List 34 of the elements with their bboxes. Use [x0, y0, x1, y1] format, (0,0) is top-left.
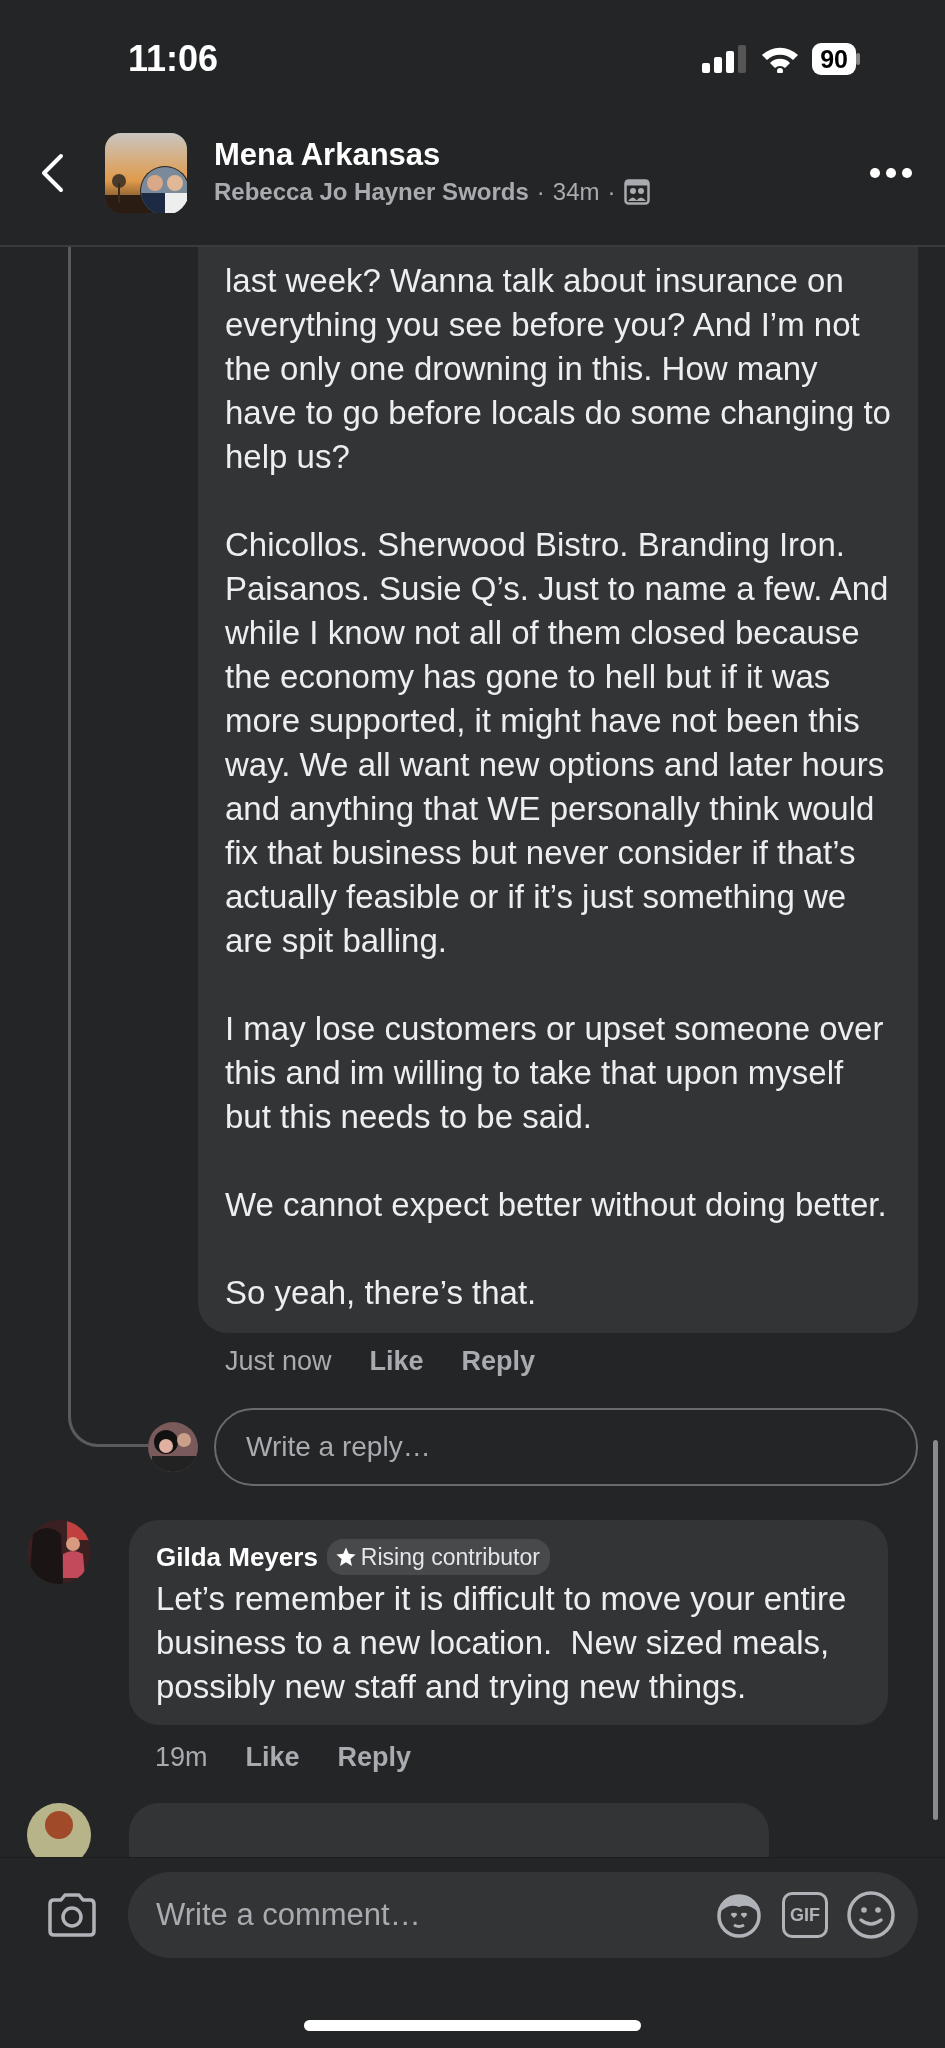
comment-time: Just now [225, 1345, 332, 1378]
author-name[interactable]: Rebecca Jo Hayner Swords [214, 173, 529, 210]
comment-time: 19m [155, 1740, 208, 1774]
contributor-badge: Rising contributor [326, 1538, 550, 1576]
status-time: 11:06 [128, 37, 219, 81]
comment-action[interactable]: Reply [461, 1341, 536, 1382]
post-time: 34m [552, 176, 600, 207]
group-icon [623, 178, 650, 205]
battery-level: 90 [812, 43, 856, 75]
wifi-icon [760, 45, 801, 73]
more-icon[interactable] [870, 167, 912, 178]
camera-icon[interactable] [46, 1892, 98, 1938]
comment-action[interactable]: Reply [337, 1736, 412, 1777]
separator: · [607, 176, 616, 207]
star-icon [334, 1546, 357, 1568]
commenter-name[interactable]: Gilda Meyers [156, 1537, 318, 1577]
comment-text: I may lose customers or upset someone over this and im willing to take that upon myself but this needs to be said. [225, 1009, 885, 1137]
signal-icon [702, 45, 749, 73]
comment-text: Chicollos. Sherwood Bistro. Branding Iron. Paisanos. Susie Q’s. Just to name a few. And while I know not all of them closed because the economy has gone to hell but if it was more supported, it might have not been this way. We all want new options and later hours and anything that WE personally think would fix that business but never consider if that’s actually feasible or if it’s just something we are spit balling. [225, 525, 890, 961]
sticker-icon[interactable] [714, 1891, 764, 1939]
separator: · [536, 176, 545, 207]
battery-tip-icon [856, 53, 861, 65]
comment-text: last week? Wanna talk about insurance on everything you see before you? And I’m not the only one drowning in this. How many have to go before locals do some changing to help us? [225, 261, 892, 477]
comment-text: We cannot expect better without doing better. [225, 1185, 888, 1225]
group-title[interactable]: Mena Arkansas [214, 135, 650, 174]
comment-text: Let’s remember it is difficult to move your entire business to a new location. New sized meals, possibly new staff and trying new things. [156, 1578, 848, 1707]
gif-button[interactable]: GIF [782, 1892, 828, 1938]
comment-action[interactable]: Like [369, 1341, 424, 1382]
back-icon[interactable] [40, 152, 64, 193]
reply-field[interactable]: Write a reply… [214, 1407, 918, 1486]
emoji-icon[interactable] [846, 1890, 896, 1940]
comment-text: So yeah, there’s that. [225, 1273, 538, 1313]
comment-field[interactable]: Write a comment… GIF [128, 1872, 918, 1958]
comment-action[interactable]: Like [245, 1736, 300, 1777]
